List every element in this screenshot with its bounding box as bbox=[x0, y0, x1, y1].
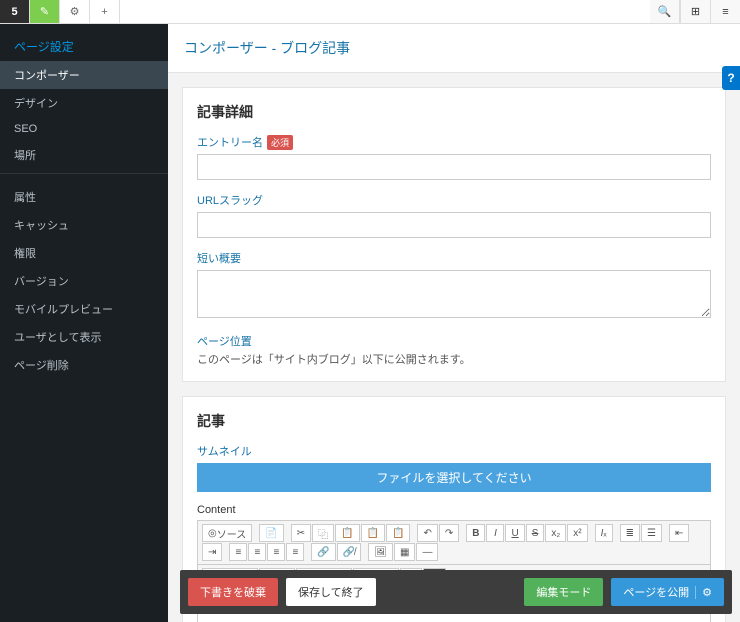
edit-button[interactable]: ✎ bbox=[30, 0, 60, 23]
publish-settings-icon[interactable]: ⚙ bbox=[695, 586, 712, 599]
source-button[interactable]: ◎ ソース bbox=[202, 524, 252, 542]
align-left-icon[interactable]: ≡ bbox=[229, 543, 247, 561]
summary-label: 短い概要 bbox=[197, 250, 711, 266]
entry-name-label: エントリー名 必須 bbox=[197, 134, 711, 150]
editor-toolbar-row1: ◎ ソース 📄 ✂ ⿻ 📋 📋 📋 ↶ ↷ B I U S bbox=[198, 521, 710, 565]
footer-actions: 下書きを破棄 保存して終了 編集モード ページを公開 ⚙ bbox=[180, 570, 732, 614]
image-icon[interactable]: 🖼 bbox=[368, 543, 393, 561]
help-icon[interactable]: ? bbox=[722, 66, 740, 90]
page-location-text: このページは「サイト内ブログ」以下に公開されます。 bbox=[197, 351, 711, 367]
sidebar-separator bbox=[0, 173, 168, 183]
url-input[interactable] bbox=[120, 0, 650, 23]
sidebar-item-page-settings[interactable]: ページ設定 bbox=[0, 32, 168, 61]
paste-icon[interactable]: 📋 bbox=[335, 524, 359, 542]
save-exit-button[interactable]: 保存して終了 bbox=[286, 578, 376, 606]
paste-word-icon[interactable]: 📋 bbox=[386, 524, 410, 542]
search-button[interactable]: 🔍 bbox=[650, 0, 680, 23]
edit-mode-button[interactable]: 編集モード bbox=[524, 578, 603, 606]
subscript-icon[interactable]: x₂ bbox=[545, 524, 566, 542]
url-slug-input[interactable] bbox=[197, 212, 711, 238]
remove-format-icon[interactable]: Iₓ bbox=[595, 524, 613, 542]
new-icon[interactable]: 📄 bbox=[259, 524, 283, 542]
sidebar-item-seo[interactable]: SEO bbox=[0, 117, 168, 141]
dashboard-button[interactable]: ⊞ bbox=[680, 0, 710, 23]
undo-icon[interactable]: ↶ bbox=[417, 524, 437, 542]
sidebar-item-delete-page[interactable]: ページ削除 bbox=[0, 351, 168, 379]
sidebar-item-cache[interactable]: キャッシュ bbox=[0, 211, 168, 239]
details-heading: 記事詳細 bbox=[197, 102, 711, 122]
bulleted-list-icon[interactable]: ☰ bbox=[641, 524, 662, 542]
page-location-label: ページ位置 bbox=[197, 333, 711, 349]
hr-icon[interactable]: — bbox=[416, 543, 438, 561]
page-title: コンポーザー - ブログ記事 bbox=[168, 24, 740, 73]
unlink-icon[interactable]: 🔗̸ bbox=[337, 543, 361, 561]
thumbnail-label: サムネイル bbox=[197, 443, 711, 459]
menu-button[interactable]: ≡ bbox=[710, 0, 740, 23]
redo-icon[interactable]: ↷ bbox=[439, 524, 459, 542]
main-panel: コンポーザー - ブログ記事 ? 記事詳細 エントリー名 必須 URLスラッグ … bbox=[168, 24, 740, 622]
paste-text-icon[interactable]: 📋 bbox=[361, 524, 385, 542]
align-center-icon[interactable]: ≡ bbox=[248, 543, 266, 561]
sidebar-item-location[interactable]: 場所 bbox=[0, 141, 168, 169]
sidebar-item-versions[interactable]: バージョン bbox=[0, 267, 168, 295]
indent-icon[interactable]: ⇥ bbox=[202, 543, 222, 561]
sidebar-item-attributes[interactable]: 属性 bbox=[0, 183, 168, 211]
outdent-icon[interactable]: ⇤ bbox=[669, 524, 689, 542]
article-heading: 記事 bbox=[197, 411, 711, 431]
sidebar-item-mobile-preview[interactable]: モバイルプレビュー bbox=[0, 295, 168, 323]
underline-icon[interactable]: U bbox=[505, 524, 524, 542]
publish-button[interactable]: ページを公開 ⚙ bbox=[611, 578, 724, 606]
sidebar-item-composer[interactable]: コンポーザー bbox=[0, 61, 168, 89]
table-icon[interactable]: ▦ bbox=[394, 543, 415, 561]
italic-icon[interactable]: I bbox=[486, 524, 504, 542]
file-select-button[interactable]: ファイルを選択してください bbox=[197, 463, 711, 492]
summary-textarea[interactable] bbox=[197, 270, 711, 318]
cut-icon[interactable]: ✂ bbox=[291, 524, 311, 542]
section-details: 記事詳細 エントリー名 必須 URLスラッグ 短い概要 ページ位置 このページは… bbox=[182, 87, 726, 382]
sidebar: ページ設定 コンポーザー デザイン SEO 場所 属性 キャッシュ 権限 バージ… bbox=[0, 24, 168, 622]
numbered-list-icon[interactable]: ≣ bbox=[620, 524, 640, 542]
required-badge: 必須 bbox=[267, 135, 293, 150]
link-icon[interactable]: 🔗 bbox=[311, 543, 335, 561]
discard-draft-button[interactable]: 下書きを破棄 bbox=[188, 578, 278, 606]
add-button[interactable]: + bbox=[90, 0, 120, 23]
superscript-icon[interactable]: x² bbox=[567, 524, 587, 542]
copy-icon[interactable]: ⿻ bbox=[312, 524, 334, 542]
entry-name-input[interactable] bbox=[197, 154, 711, 180]
url-slug-label: URLスラッグ bbox=[197, 192, 711, 208]
topbar: 5 ✎ ⚙ + 🔍 ⊞ ≡ bbox=[0, 0, 740, 24]
settings-button[interactable]: ⚙ bbox=[60, 0, 90, 23]
sidebar-item-permissions[interactable]: 権限 bbox=[0, 239, 168, 267]
strike-icon[interactable]: S bbox=[526, 524, 545, 542]
app-logo-button[interactable]: 5 bbox=[0, 0, 30, 23]
content-label: Content bbox=[197, 504, 711, 516]
align-right-icon[interactable]: ≡ bbox=[267, 543, 285, 561]
sidebar-item-view-as-user[interactable]: ユーザとして表示 bbox=[0, 323, 168, 351]
bold-icon[interactable]: B bbox=[466, 524, 485, 542]
align-justify-icon[interactable]: ≡ bbox=[286, 543, 304, 561]
sidebar-item-design[interactable]: デザイン bbox=[0, 89, 168, 117]
